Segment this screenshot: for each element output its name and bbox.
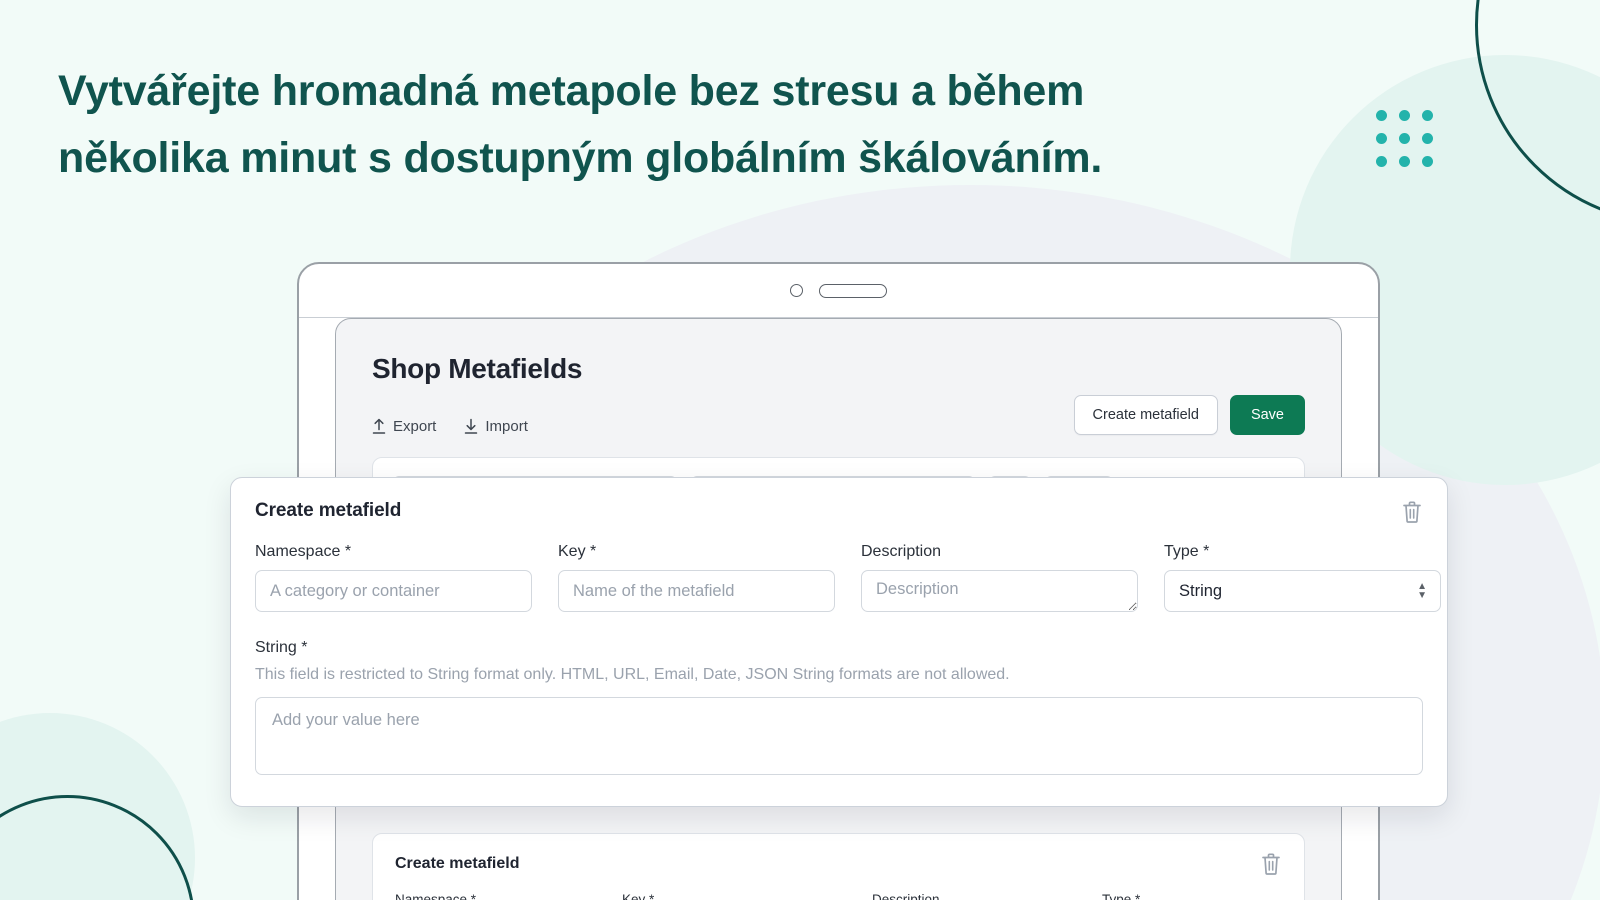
export-label: Export (393, 418, 437, 435)
export-button[interactable]: Export (372, 418, 436, 435)
dot-grid-icon (1376, 110, 1433, 167)
upload-arrow-icon (372, 418, 386, 434)
modal-field-key: Key * (558, 543, 835, 617)
modal-header: Create metafield (255, 500, 1423, 524)
modal-field-namespace: Namespace * (255, 543, 532, 617)
type-select-value: String (1179, 581, 1223, 600)
camera-dot-icon (790, 284, 803, 297)
page-headline: Vytvářejte hromadná metapole bez stresu … (58, 67, 1103, 182)
card-behind-label-description: Description (872, 892, 940, 900)
modal-title: Create metafield (255, 500, 402, 521)
speaker-grille-icon (819, 283, 887, 298)
trash-icon[interactable] (1260, 852, 1282, 876)
value-textarea[interactable] (255, 697, 1423, 775)
create-metafield-modal: Create metafield Namespace * Key * Descr… (230, 477, 1448, 807)
card-behind-field-type: Type * String ▲▼ (1102, 892, 1307, 900)
card-behind-label-key: Key * (622, 892, 655, 900)
card-behind-title: Create metafield (395, 855, 520, 872)
value-help-text: This field is restricted to String forma… (255, 666, 1010, 683)
modal-label-type: Type * (1164, 543, 1210, 560)
value-section: String * This field is restricted to Str… (255, 639, 1423, 780)
download-arrow-icon (465, 418, 478, 434)
modal-label-description: Description (861, 543, 942, 560)
value-label: String * (255, 639, 308, 656)
modal-field-description: Description (861, 543, 1138, 617)
app-header-row: Export Import Create metafield Save (372, 395, 1305, 435)
description-textarea[interactable] (861, 570, 1138, 612)
header-action-buttons: Create metafield Save (1073, 395, 1305, 435)
stepper-arrows-icon: ▲ ▼ (1417, 580, 1427, 601)
modal-field-type: Type * String ▲ ▼ (1164, 543, 1441, 617)
type-select[interactable]: String ▲ ▼ (1164, 570, 1441, 612)
card-behind-header: Create metafield (395, 852, 1282, 876)
import-export-links: Export Import (372, 418, 528, 435)
card-behind-field-namespace: Namespace * (395, 892, 600, 900)
page-title: Shop Metafields (372, 353, 583, 384)
trash-icon[interactable] (1401, 500, 1423, 524)
modal-label-key: Key * (558, 543, 597, 560)
tablet-top-bezel (299, 264, 1378, 318)
card-behind-fields: Namespace * Key * Description Type * (395, 892, 1282, 900)
save-button[interactable]: Save (1229, 395, 1305, 435)
metafield-card-behind: Create metafield Namespace * Key * Descr… (372, 833, 1305, 900)
import-label: Import (485, 418, 528, 435)
modal-field-grid: Namespace * Key * Description Type * Str… (255, 543, 1441, 617)
card-behind-field-key: Key * (622, 892, 850, 900)
card-behind-label-type: Type * (1102, 892, 1141, 900)
import-button[interactable]: Import (464, 418, 528, 435)
card-behind-field-description: Description (872, 892, 1080, 900)
namespace-input[interactable] (255, 570, 532, 612)
card-behind-label-namespace: Namespace * (395, 892, 477, 900)
key-input[interactable] (558, 570, 835, 612)
modal-label-namespace: Namespace * (255, 543, 352, 560)
create-metafield-button[interactable]: Create metafield (1073, 395, 1218, 435)
